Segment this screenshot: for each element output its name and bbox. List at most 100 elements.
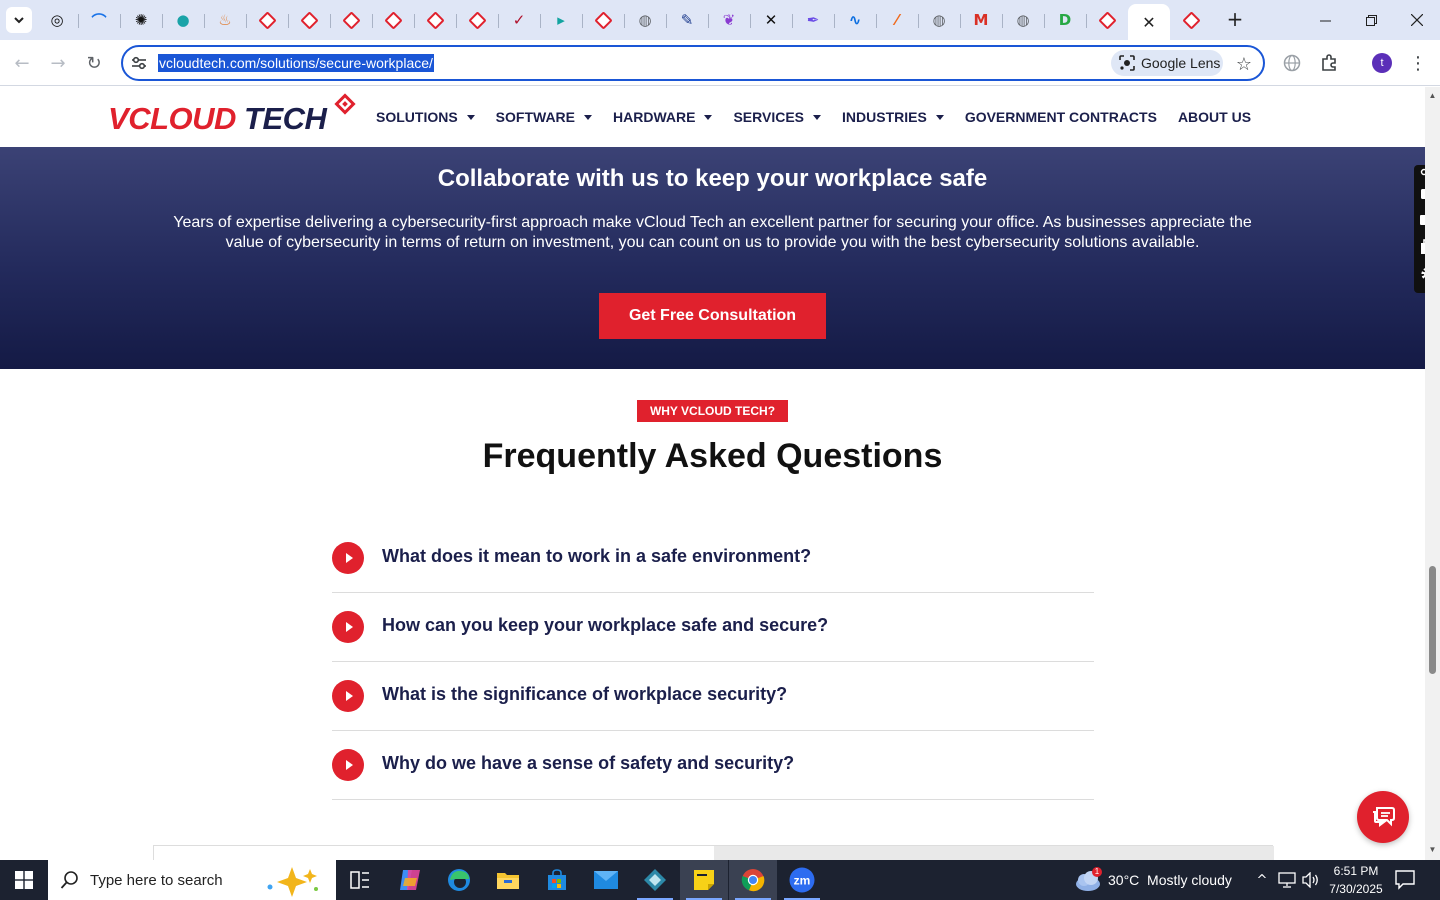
address-bar[interactable]: vcloudtech.com/solutions/secure-workplac… [121, 45, 1265, 81]
translate-button[interactable] [1278, 49, 1306, 77]
taskbar-copilot[interactable] [386, 860, 434, 900]
system-clock[interactable]: 6:51 PM 7/30/2025 [1324, 862, 1388, 898]
browser-tab[interactable] [456, 4, 498, 36]
nav-item-industries[interactable]: INDUSTRIES [842, 109, 944, 125]
play-circle-icon[interactable] [332, 542, 364, 574]
page-scrollbar[interactable]: ▲ ▼ [1425, 87, 1440, 860]
nav-item-services[interactable]: SERVICES [733, 109, 822, 125]
vcloud-tech-logo[interactable]: VCLOUD TECH [108, 93, 358, 139]
teal-circle-icon: ● [176, 11, 190, 29]
browser-tab[interactable] [414, 4, 456, 36]
browser-tab[interactable]: ⌒ [78, 4, 120, 36]
browser-tab[interactable] [582, 4, 624, 36]
close-window-button[interactable] [1394, 0, 1440, 40]
browser-tab[interactable]: ✒ [792, 4, 834, 36]
scroll-up-arrow-icon[interactable]: ▲ [1428, 91, 1437, 100]
tab-search-button[interactable] [6, 7, 32, 33]
play-circle-icon[interactable] [332, 749, 364, 781]
restore-button[interactable] [1348, 0, 1394, 40]
faq-question[interactable]: Why do we have a sense of safety and sec… [382, 753, 794, 774]
browser-tab[interactable]: ◍ [1002, 4, 1044, 36]
faq-question[interactable]: What does it mean to work in a safe envi… [382, 546, 811, 567]
site-info-icon[interactable] [129, 54, 149, 72]
chat-widget-button[interactable] [1357, 791, 1409, 843]
browser-tab[interactable]: ❦ [708, 4, 750, 36]
browser-tab[interactable] [246, 4, 288, 36]
browser-tab[interactable]: ∿ [834, 4, 876, 36]
main-navigation: SOLUTIONS SOFTWARE HARDWARE SERVICES INDUSTR… [376, 87, 1272, 147]
task-view-icon [350, 871, 369, 889]
browser-tab[interactable]: ▸ [540, 4, 582, 36]
browser-tab[interactable]: ♨ [204, 4, 246, 36]
tray-overflow-button[interactable]: ^ [1252, 860, 1272, 900]
back-button[interactable]: ← [8, 49, 36, 77]
caret-down-icon [935, 114, 944, 120]
faq-item[interactable]: What does it mean to work in a safe envi… [332, 524, 1094, 593]
browser-tab[interactable]: D [1044, 4, 1086, 36]
minimize-button[interactable] [1302, 0, 1348, 40]
search-icon [60, 871, 78, 889]
browser-tab[interactable]: ✓ [498, 4, 540, 36]
nav-item-government-contracts[interactable]: GOVERNMENT CONTRACTS [965, 109, 1157, 125]
browser-tab[interactable]: ⁄ [876, 4, 918, 36]
profile-avatar[interactable]: t [1372, 53, 1392, 73]
close-icon[interactable]: ✕ [1142, 13, 1155, 32]
browser-tab[interactable] [330, 4, 372, 36]
nav-item-solutions[interactable]: SOLUTIONS [376, 109, 475, 125]
taskbar-store[interactable] [533, 860, 581, 900]
taskbar-chrome[interactable] [729, 860, 777, 900]
browser-tab[interactable]: ● [162, 4, 204, 36]
reload-button[interactable]: ↻ [80, 49, 108, 77]
nav-item-about-us[interactable]: ABOUT US [1178, 109, 1251, 125]
start-button[interactable] [0, 860, 48, 900]
faq-item[interactable]: What is the significance of workplace se… [332, 662, 1094, 731]
taskbar-file-explorer[interactable] [484, 860, 532, 900]
new-tab-button[interactable]: + [1222, 6, 1248, 32]
browser-tab[interactable]: M [960, 4, 1002, 36]
browser-menu-button[interactable]: ⋮ [1406, 49, 1430, 77]
browser-tab[interactable]: ✕ [1128, 4, 1170, 40]
browser-tab[interactable] [372, 4, 414, 36]
taskbar-mail[interactable] [582, 860, 630, 900]
url-text[interactable]: vcloudtech.com/solutions/secure-workplac… [158, 54, 434, 72]
browser-tab[interactable]: ◎ [36, 4, 78, 36]
browser-tab[interactable]: ✺ [120, 4, 162, 36]
taskbar-search-box[interactable]: Type here to search [48, 860, 336, 900]
scrollbar-thumb[interactable] [1429, 566, 1436, 674]
weather-widget[interactable]: 1 30°C Mostly cloudy [1074, 860, 1232, 900]
browser-tab[interactable]: ◍ [918, 4, 960, 36]
faq-title: Frequently Asked Questions [482, 437, 943, 475]
notification-center-button[interactable] [1394, 868, 1420, 892]
play-circle-icon[interactable] [332, 680, 364, 712]
browser-tab[interactable]: ✕ [750, 4, 792, 36]
sticky-notes-icon [694, 870, 714, 890]
caret-down-icon [584, 114, 593, 120]
play-circle-icon[interactable] [332, 611, 364, 643]
browser-tab[interactable] [1086, 4, 1128, 36]
faq-item[interactable]: How can you keep your workplace safe and… [332, 593, 1094, 662]
forward-button[interactable]: → [44, 49, 72, 77]
browser-tab[interactable]: ✎ [666, 4, 708, 36]
taskbar-zoom[interactable]: zm [778, 860, 826, 900]
browser-tab[interactable] [288, 4, 330, 36]
browser-tab[interactable] [1170, 4, 1212, 36]
nav-item-software[interactable]: SOFTWARE [496, 109, 593, 125]
extensions-button[interactable] [1315, 49, 1343, 77]
browser-tab[interactable]: ◍ [624, 4, 666, 36]
taskbar-edge[interactable] [435, 860, 483, 900]
task-view-button[interactable] [336, 860, 384, 900]
taskbar-search-placeholder: Type here to search [90, 871, 223, 889]
faq-item[interactable]: Why do we have a sense of safety and sec… [332, 731, 1094, 800]
site-header: VCLOUD TECH SOLUTIONS SOFTWARE HARDWARE SER… [0, 87, 1425, 147]
volume-control[interactable] [1300, 860, 1322, 900]
faq-question[interactable]: What is the significance of workplace se… [382, 684, 787, 705]
faq-question[interactable]: How can you keep your workplace safe and… [382, 615, 828, 636]
nav-item-hardware[interactable]: HARDWARE [613, 109, 713, 125]
google-lens-button[interactable]: Google Lens [1111, 50, 1223, 76]
taskbar-app-diamond[interactable] [631, 860, 679, 900]
get-free-consultation-button[interactable]: Get Free Consultation [599, 293, 826, 339]
bookmark-star-button[interactable]: ☆ [1231, 51, 1257, 77]
taskbar-sticky-notes[interactable] [680, 860, 728, 900]
scroll-down-arrow-icon[interactable]: ▼ [1428, 845, 1437, 854]
network-status[interactable] [1276, 860, 1298, 900]
